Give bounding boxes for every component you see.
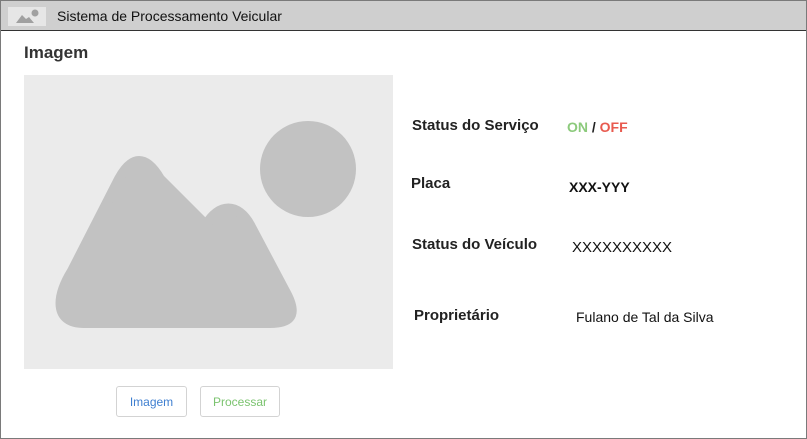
image-preview bbox=[24, 75, 393, 369]
section-title: Imagem bbox=[24, 43, 89, 62]
status-separator: / bbox=[591, 119, 596, 135]
status-on: ON bbox=[567, 119, 588, 135]
owner-value: Fulano de Tal da Silva bbox=[576, 309, 714, 325]
status-off: OFF bbox=[599, 119, 628, 135]
plate-label: Placa bbox=[411, 175, 451, 192]
window-title: Sistema de Processamento Veicular bbox=[57, 8, 282, 24]
image-button[interactable]: Imagem bbox=[116, 386, 187, 417]
image-placeholder-icon bbox=[55, 121, 356, 328]
image-icon bbox=[8, 7, 46, 26]
service-status-label: Status do Serviço bbox=[412, 117, 539, 134]
title-bar: Sistema de Processamento Veicular bbox=[1, 1, 806, 31]
vehicle-status-label: Status do Veículo bbox=[412, 236, 538, 253]
vehicle-status-value: XXXXXXXXXX bbox=[572, 239, 673, 256]
app-window: Sistema de Processamento Veicular Imagem… bbox=[0, 0, 807, 439]
service-status-value: ON / OFF bbox=[567, 119, 628, 135]
plate-value: XXX-YYY bbox=[569, 179, 630, 195]
owner-label: Proprietário bbox=[414, 307, 500, 324]
process-button[interactable]: Processar bbox=[200, 386, 280, 417]
